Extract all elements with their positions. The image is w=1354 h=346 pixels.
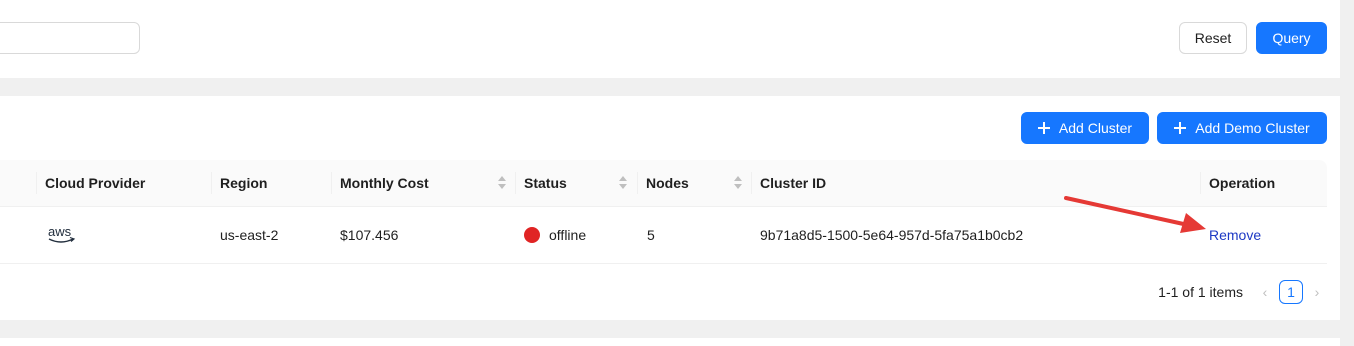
- column-header-operation: Operation: [1209, 175, 1276, 191]
- table-header: Cloud Provider Region Monthly Cost Statu…: [0, 160, 1327, 207]
- bottom-panel: [0, 338, 1340, 346]
- column-header-region: Region: [220, 175, 268, 191]
- status-cell: offline: [524, 207, 586, 263]
- aws-logo-icon: aws: [48, 224, 76, 243]
- column-separator: [1200, 172, 1201, 194]
- plus-icon: [1174, 122, 1187, 134]
- sort-icon[interactable]: [733, 176, 743, 192]
- region-cell: us-east-2: [220, 227, 279, 243]
- add-demo-cluster-label: Add Demo Cluster: [1195, 120, 1310, 136]
- nodes-cell: 5: [647, 227, 655, 243]
- column-header-status[interactable]: Status: [524, 160, 567, 206]
- column-separator: [331, 172, 332, 194]
- column-header-nodes[interactable]: Nodes: [646, 160, 689, 206]
- reset-button[interactable]: Reset: [1179, 22, 1247, 54]
- filter-panel: Reset Query: [0, 0, 1340, 78]
- status-dot-icon: [524, 227, 540, 243]
- cluster-table-panel: Add Cluster Add Demo Cluster Cloud Provi…: [0, 96, 1340, 320]
- column-separator: [637, 172, 638, 194]
- pagination: 1-1 of 1 items ‹ 1 ›: [1158, 280, 1327, 304]
- plus-icon: [1037, 122, 1050, 134]
- cluster-id-cell: 9b71a8d5-1500-5e64-957d-5fa75a1b0cb2: [760, 227, 1024, 243]
- add-demo-cluster-button[interactable]: Add Demo Cluster: [1157, 112, 1327, 144]
- cloud-provider-cell: aws: [47, 207, 77, 263]
- column-header-cloud-provider: Cloud Provider: [45, 175, 146, 191]
- column-separator: [211, 172, 212, 194]
- column-separator: [36, 172, 37, 194]
- remove-link[interactable]: Remove: [1209, 227, 1261, 243]
- sort-icon[interactable]: [497, 176, 507, 192]
- add-cluster-button[interactable]: Add Cluster: [1021, 112, 1149, 144]
- cluster-table: Cloud Provider Region Monthly Cost Statu…: [0, 160, 1327, 264]
- sort-icon[interactable]: [618, 176, 628, 192]
- chevron-left-icon[interactable]: ‹: [1255, 280, 1275, 304]
- operation-cell: Remove: [1209, 207, 1261, 263]
- status-label: offline: [549, 227, 587, 243]
- pagination-total: 1-1 of 1 items: [1158, 284, 1243, 300]
- add-cluster-label: Add Cluster: [1058, 120, 1133, 136]
- query-button[interactable]: Query: [1256, 22, 1327, 54]
- column-separator: [515, 172, 516, 194]
- table-row: aws us-east-2 $107.456 offline 5 9b71a8d…: [0, 207, 1327, 264]
- column-header-monthly-cost[interactable]: Monthly Cost: [340, 160, 429, 206]
- column-header-cluster-id: Cluster ID: [760, 175, 827, 191]
- svg-text:aws: aws: [48, 224, 72, 239]
- page-item-current[interactable]: 1: [1279, 280, 1303, 304]
- search-input[interactable]: [0, 22, 140, 54]
- monthly-cost-cell: $107.456: [340, 227, 399, 243]
- chevron-right-icon[interactable]: ›: [1307, 280, 1327, 304]
- column-separator: [751, 172, 752, 194]
